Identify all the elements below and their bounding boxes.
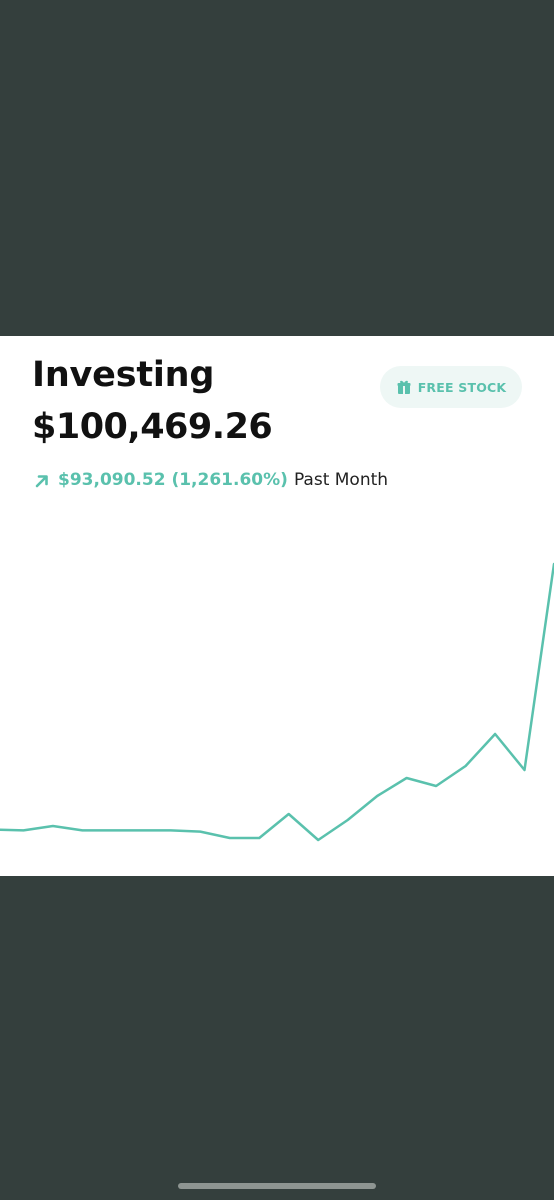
investing-card: Investing $100,469.26 $93,090.52 (1,261.… [0,336,554,876]
chart-series-line [0,562,554,842]
screen: Investing $100,469.26 $93,090.52 (1,261.… [0,0,554,1200]
home-indicator[interactable] [178,1183,376,1189]
portfolio-chart[interactable] [0,336,554,876]
